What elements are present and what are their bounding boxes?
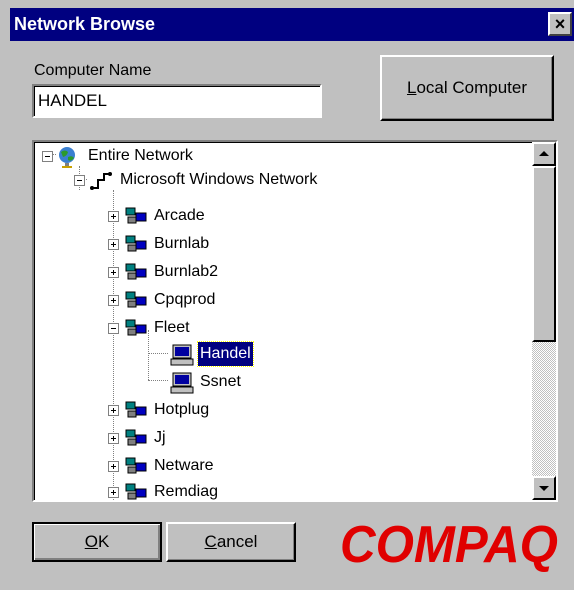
local-computer-button[interactable]: Local Computer (380, 55, 554, 121)
expand-icon[interactable] (108, 461, 119, 472)
workgroup-icon (125, 483, 147, 500)
workgroup-icon (125, 207, 147, 224)
cancel-mnemonic: C (204, 532, 217, 551)
tree-node-label: Arcade (154, 207, 205, 224)
collapse-icon[interactable] (74, 175, 85, 186)
tree-node-label: Remdiag (154, 483, 219, 500)
cancel-label: ancel (216, 532, 258, 551)
arrow-down-icon (539, 486, 549, 491)
tree-node-label: Handel (197, 341, 254, 367)
expand-icon[interactable] (108, 211, 119, 222)
workgroup-icon (125, 291, 147, 308)
cancel-button[interactable]: Cancel (166, 522, 296, 562)
scroll-down-button[interactable] (532, 476, 556, 500)
tree-node-label: Netware (154, 457, 214, 474)
collapse-icon[interactable] (42, 151, 53, 162)
tree-node-label: Ssnet (200, 373, 241, 390)
ok-label: K (97, 532, 110, 551)
scroll-thumb[interactable] (532, 166, 556, 342)
expand-icon[interactable] (108, 267, 119, 278)
expand-icon[interactable] (108, 487, 119, 498)
globe-icon (59, 147, 75, 168)
tree-node-label: Microsoft Windows Network (120, 171, 318, 188)
computer-icon (170, 344, 194, 366)
window-title: Network Browse (14, 14, 156, 34)
expand-icon[interactable] (108, 405, 119, 416)
collapse-icon[interactable] (108, 323, 119, 334)
computer-name-label: Computer Name (34, 62, 152, 79)
compaq-logo: COMPAQ (340, 516, 558, 572)
network-tree[interactable]: Entire Network Microsoft Windows Network… (32, 140, 558, 502)
title-bar[interactable]: Network Browse × (10, 8, 574, 41)
arrow-up-icon (539, 151, 549, 156)
expand-icon[interactable] (108, 433, 119, 444)
ok-mnemonic: O (84, 532, 98, 551)
scroll-up-button[interactable] (532, 142, 556, 166)
vertical-scrollbar[interactable] (532, 142, 556, 500)
computer-icon (170, 372, 194, 394)
tree-node-label: Fleet (154, 319, 190, 336)
tree-node-label: Hotplug (154, 401, 210, 418)
close-button[interactable]: × (548, 12, 572, 36)
workgroup-icon (125, 319, 147, 336)
workgroup-icon (125, 263, 147, 280)
computer-name-input[interactable] (32, 84, 322, 118)
close-icon: × (554, 14, 566, 34)
tree-node-label: Jj (154, 429, 166, 446)
workgroup-icon (125, 401, 147, 418)
tree-node-label: Entire Network (88, 147, 193, 164)
local-computer-label: ocal Computer (416, 78, 528, 97)
ok-button[interactable]: OK (32, 522, 162, 562)
network-icon (90, 172, 112, 190)
expand-icon[interactable] (108, 295, 119, 306)
workgroup-icon (125, 429, 147, 446)
workgroup-icon (125, 235, 147, 252)
tree-node-label: Burnlab2 (154, 263, 219, 280)
tree-node-label: Burnlab (154, 235, 210, 252)
tree-node-label: Cpqprod (154, 291, 216, 308)
workgroup-icon (125, 457, 147, 474)
logo-text: COMPAQ (340, 516, 558, 572)
expand-icon[interactable] (108, 239, 119, 250)
